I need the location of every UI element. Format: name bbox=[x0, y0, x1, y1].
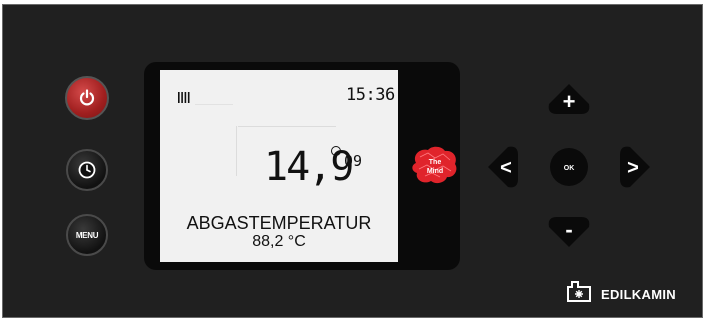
degree-symbol bbox=[331, 146, 341, 156]
lcd-faint-segment bbox=[195, 104, 233, 105]
chevron-left-icon: < bbox=[500, 157, 512, 179]
brand-name: EDILKAMIN bbox=[601, 287, 676, 302]
right-button[interactable]: > bbox=[616, 143, 652, 191]
power-button[interactable] bbox=[65, 76, 109, 120]
sub-unit-display: 09 bbox=[344, 152, 363, 170]
bars-icon bbox=[178, 92, 190, 103]
ok-label: OK bbox=[564, 165, 575, 172]
time-display: 15:36 bbox=[346, 85, 395, 105]
menu-button[interactable]: MENU bbox=[66, 214, 108, 256]
power-icon bbox=[79, 89, 95, 106]
plus-icon: + bbox=[563, 89, 576, 114]
the-mind-logo: The Mind bbox=[412, 146, 457, 184]
logo-line2: Mind bbox=[427, 168, 443, 175]
logo-line1: The bbox=[429, 159, 442, 166]
clock-button[interactable] bbox=[66, 149, 108, 191]
lcd-faint-segment bbox=[238, 126, 336, 127]
up-button[interactable]: + bbox=[545, 82, 593, 116]
clock-icon bbox=[78, 161, 96, 179]
parameter-name: ABGASTEMPERATUR bbox=[186, 213, 372, 233]
lcd-faint-segment bbox=[236, 126, 237, 176]
left-button[interactable]: < bbox=[486, 143, 522, 191]
chevron-right-icon: > bbox=[627, 157, 639, 179]
ok-button[interactable]: OK bbox=[548, 146, 590, 188]
down-button[interactable]: - bbox=[545, 215, 593, 249]
minus-icon: - bbox=[565, 217, 572, 242]
edilkamin-logo-icon bbox=[567, 281, 591, 302]
parameter-value: 88,2 °C bbox=[252, 233, 306, 250]
menu-label: MENU bbox=[75, 230, 99, 240]
